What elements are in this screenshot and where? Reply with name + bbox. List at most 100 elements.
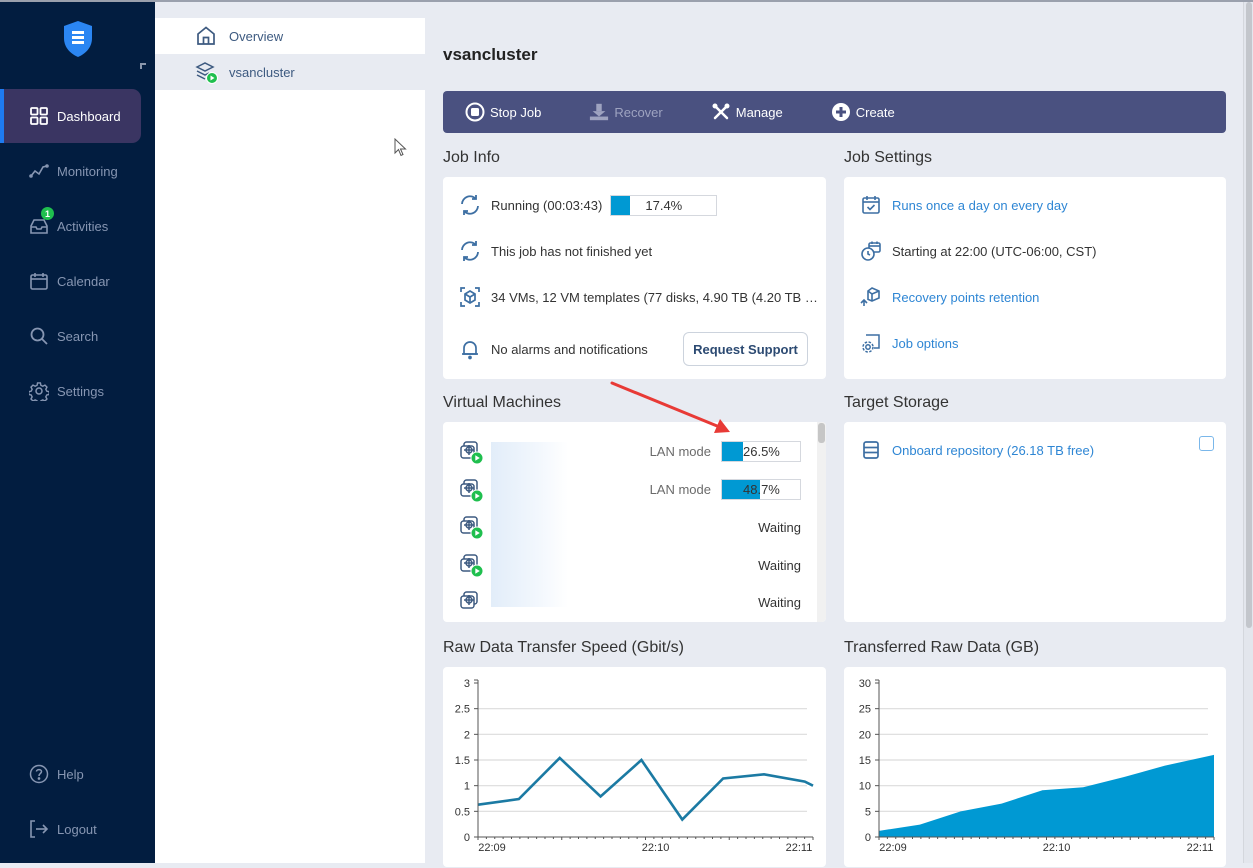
x-tick-label: 22:09 (879, 842, 907, 854)
y-tick-label: 0.5 (455, 806, 470, 818)
repository-link[interactable]: Onboard repository (26.18 TB free) (892, 443, 1094, 458)
collapse-sidebar-handle[interactable] (140, 63, 146, 69)
job-finish-status: This job has not finished yet (491, 244, 652, 259)
job-info-card: Running (00:03:43) 17.4% This job has no… (443, 177, 826, 379)
speed-line-chart: 00.511.522.5322:0922:1022:11 (443, 667, 826, 863)
schedule-link[interactable]: Runs once a day on every day (892, 198, 1068, 213)
start-time-text: Starting at 22:00 (UTC-06:00, CST) (892, 244, 1096, 259)
line-series (478, 758, 813, 820)
vm-mode-label: LAN mode (650, 482, 711, 497)
tree-item-label: Overview (229, 29, 283, 44)
job-progress-label: 17.4% (611, 196, 716, 215)
job-summary-text: 34 VMs, 12 VM templates (77 disks, 4.90 … (491, 290, 818, 305)
vm-progress-bar: 48.7% (721, 479, 801, 500)
sidebar-item-settings[interactable]: Settings (0, 364, 141, 418)
vm-list-item[interactable]: LAN mode 26.5% (443, 432, 813, 470)
tools-icon (711, 102, 731, 122)
recovery-points-icon (860, 286, 882, 308)
window-top-border (0, 0, 1253, 2)
shield-logo-icon (62, 20, 94, 58)
sidebar-item-calendar[interactable]: Calendar (0, 254, 141, 308)
vm-running-icon (459, 478, 485, 504)
manage-button[interactable]: Manage (711, 102, 783, 122)
gear-icon (29, 381, 49, 401)
vm-status-label: Waiting (758, 558, 801, 573)
target-storage-title: Target Storage (844, 394, 949, 412)
create-label: Create (856, 105, 895, 120)
x-tick-label: 22:10 (642, 842, 670, 854)
stop-icon (465, 102, 485, 122)
sidebar-item-logout[interactable]: Logout (0, 802, 141, 856)
vm-list-item[interactable]: Waiting (443, 582, 813, 620)
job-settings-card: Runs once a day on every day Starting at… (844, 177, 1226, 379)
y-tick-label: 2.5 (455, 704, 470, 716)
stop-job-label: Stop Job (490, 105, 541, 120)
help-icon (29, 764, 49, 784)
recover-button[interactable]: Recover (589, 102, 662, 122)
x-tick-label: 22:09 (478, 842, 506, 854)
schedule-row[interactable]: Runs once a day on every day (860, 194, 1068, 216)
sidebar-item-label: Activities (57, 219, 108, 234)
page-scrollbar[interactable] (1243, 0, 1253, 863)
vm-list-item[interactable]: Waiting (443, 507, 813, 545)
y-tick-label: 0 (464, 832, 470, 844)
target-storage-card: Onboard repository (26.18 TB free) (844, 422, 1226, 622)
create-button[interactable]: Create (831, 102, 895, 122)
job-alarms-text: No alarms and notifications (491, 342, 648, 357)
vm-list-item[interactable]: Waiting (443, 545, 813, 583)
job-options-row[interactable]: Job options (860, 332, 959, 354)
job-options-link[interactable]: Job options (892, 336, 959, 351)
vm-icon (459, 590, 485, 616)
job-summary-row: 34 VMs, 12 VM templates (77 disks, 4.90 … (459, 286, 818, 308)
data-chart-card: 05101520253022:0922:1022:11 (844, 667, 1226, 867)
stop-job-button[interactable]: Stop Job (465, 102, 541, 122)
sidebar-item-label: Help (57, 767, 84, 782)
vm-running-icon (459, 553, 485, 579)
job-progress-bar: 17.4% (610, 195, 717, 216)
page-scrollbar-thumb[interactable] (1246, 2, 1252, 628)
calendar-check-icon (860, 194, 882, 216)
sidebar-item-monitoring[interactable]: Monitoring (0, 144, 141, 198)
logout-icon (29, 819, 49, 839)
vm-progress-bar: 26.5% (721, 441, 801, 462)
download-icon (589, 102, 609, 122)
vm-status-label: Waiting (758, 595, 801, 610)
sidebar-item-label: Settings (57, 384, 104, 399)
sidebar-item-label: Monitoring (57, 164, 118, 179)
job-finish-row: This job has not finished yet (459, 240, 652, 262)
vm-list-scrollbar[interactable] (817, 422, 826, 622)
scrollbar-thumb[interactable] (818, 423, 825, 443)
vm-list-item[interactable]: LAN mode 48.7% (443, 470, 813, 508)
x-tick-label: 22:11 (1187, 842, 1214, 854)
sidebar-item-dashboard[interactable]: Dashboard (0, 89, 141, 143)
vm-running-icon (459, 515, 485, 541)
sidebar-item-search[interactable]: Search (0, 309, 141, 363)
request-support-button[interactable]: Request Support (683, 332, 808, 366)
sidebar-item-help[interactable]: Help (0, 747, 141, 801)
y-tick-label: 25 (859, 704, 871, 716)
job-tree-panel: Overview vsancluster (155, 18, 425, 863)
vm-status-label: Waiting (758, 520, 801, 535)
job-alarms-row: No alarms and notifications (459, 338, 648, 360)
storage-icon (860, 439, 882, 461)
bell-icon (459, 338, 481, 360)
job-running-row: Running (00:03:43) 17.4% (459, 194, 717, 216)
vm-progress-label: 26.5% (722, 442, 800, 461)
repository-checkbox[interactable] (1199, 436, 1214, 451)
y-tick-label: 5 (865, 806, 871, 818)
y-tick-label: 30 (859, 678, 871, 690)
y-tick-label: 20 (859, 729, 871, 741)
sidebar-item-activities[interactable]: 1 Activities (0, 199, 141, 253)
tree-item-vsancluster[interactable]: vsancluster (155, 54, 425, 90)
settings-window-icon (860, 332, 882, 354)
x-tick-label: 22:10 (1043, 842, 1071, 854)
home-icon (195, 25, 217, 47)
tree-item-overview[interactable]: Overview (155, 18, 425, 54)
repository-row[interactable]: Onboard repository (26.18 TB free) (860, 439, 1094, 461)
retention-row[interactable]: Recovery points retention (860, 286, 1039, 308)
sync-icon (459, 240, 481, 262)
sidebar-item-label: Search (57, 329, 98, 344)
virtual-machines-card: LAN mode 26.5% LAN mode 48.7% (443, 422, 826, 622)
retention-link[interactable]: Recovery points retention (892, 290, 1039, 305)
y-tick-label: 1 (464, 781, 470, 793)
